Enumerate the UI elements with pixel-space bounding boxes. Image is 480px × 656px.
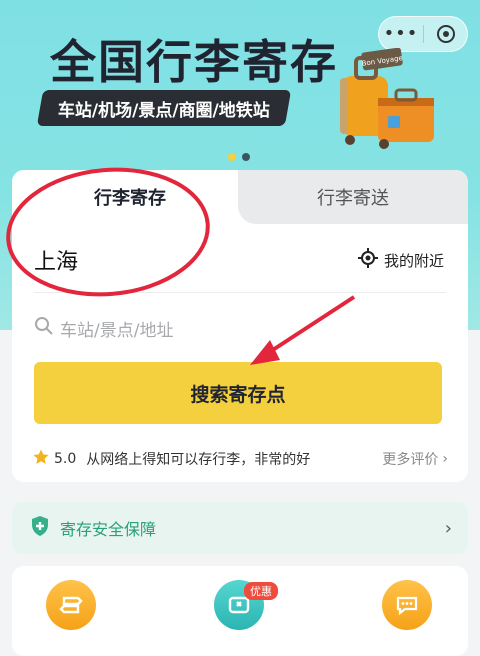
hero-title: 全国行李寄存 xyxy=(50,35,338,89)
tab-luggage-storage[interactable]: 行李寄存 xyxy=(12,170,248,224)
more-reviews-link[interactable]: 更多评价 › xyxy=(382,449,448,469)
nearby-label: 我的附近 xyxy=(383,251,444,270)
storage-card: 行李寄存 行李寄送 上海 我的附近 车站/景点/地址 搜索寄存点 5.0 从网络… xyxy=(12,170,468,482)
pager-dot xyxy=(242,153,250,161)
miniprogram-capsule: ••• xyxy=(378,16,468,52)
locate-icon xyxy=(357,248,378,272)
chevron-right-icon: › xyxy=(444,517,452,539)
nearby-button[interactable]: 我的附近 xyxy=(357,248,444,272)
search-input[interactable]: 车站/景点/地址 xyxy=(34,316,173,341)
review-row: 5.0 从网络上得知可以存行李，非常的好 更多评价 › xyxy=(32,448,448,470)
feature-grid: 优惠 xyxy=(12,566,468,656)
review-text: 从网络上得知可以存行李，非常的好 xyxy=(86,452,311,468)
luggage-illustration: Bon Voyage xyxy=(340,48,434,149)
pager-dot-active xyxy=(228,153,236,161)
signpost-icon[interactable] xyxy=(46,580,96,630)
hero-subtitle: 车站/机场/景点/商圈/地铁站 xyxy=(36,90,292,126)
search-placeholder: 车站/景点/地址 xyxy=(60,321,174,341)
chat-icon[interactable] xyxy=(382,580,432,630)
more-dots-icon[interactable]: ••• xyxy=(379,25,423,43)
safety-label: 寄存安全保障 xyxy=(60,520,157,539)
hero-subtitle-text: 车站/机场/景点/商圈/地铁站 xyxy=(58,100,270,121)
more-reviews-label: 更多评价 xyxy=(382,452,439,468)
search-icon xyxy=(34,316,54,341)
star-icon xyxy=(32,448,50,470)
shield-plus-icon xyxy=(28,514,52,542)
tab-luggage-delivery[interactable]: 行李寄送 xyxy=(238,170,468,224)
divider xyxy=(34,292,446,293)
banner-pager xyxy=(228,153,250,161)
safety-guarantee-row[interactable]: 寄存安全保障 › xyxy=(12,502,468,554)
review-rating: 5.0 xyxy=(54,451,77,467)
search-storage-button[interactable]: 搜索寄存点 xyxy=(34,362,442,424)
chevron-right-icon: › xyxy=(442,451,448,467)
city-selector[interactable]: 上海 xyxy=(34,244,78,276)
discount-badge: 优惠 xyxy=(244,582,278,600)
target-close-icon[interactable] xyxy=(424,24,467,44)
